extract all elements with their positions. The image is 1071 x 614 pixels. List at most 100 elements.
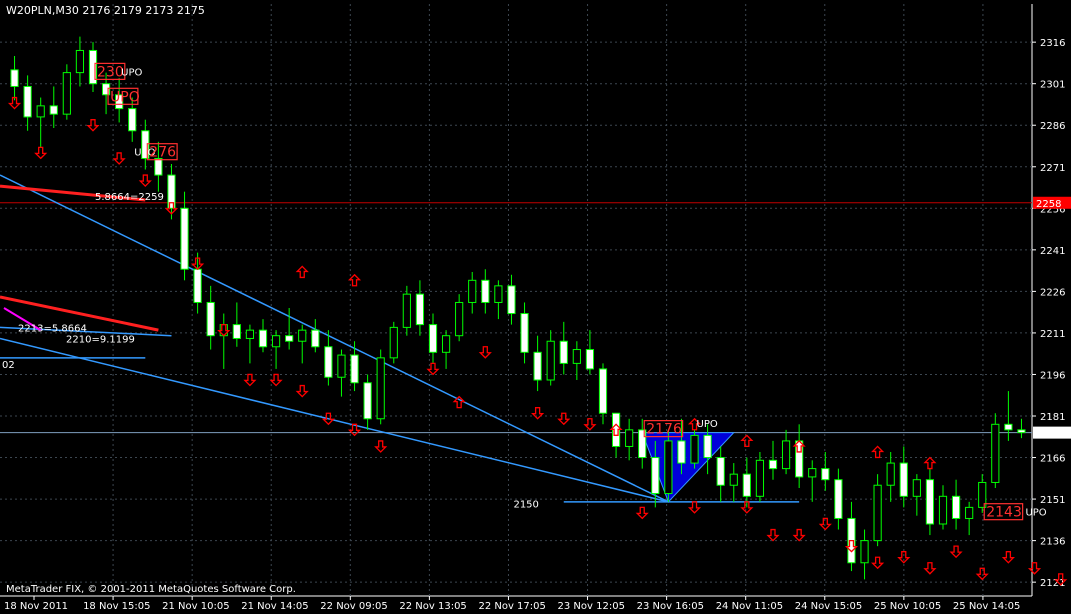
arrow-shape: [269, 373, 283, 387]
down-arrow: [871, 556, 885, 570]
down-arrow: [34, 146, 48, 160]
down-arrow: [923, 562, 937, 575]
arrow-shape: [531, 407, 545, 420]
candle-body: [899, 462, 908, 497]
candle-body: [62, 72, 71, 115]
arrow-shape: [871, 556, 885, 570]
candle-body: [559, 340, 568, 364]
down-arrow: [295, 384, 309, 398]
annotation-text: UPO: [1025, 508, 1046, 519]
arrow-shape: [138, 174, 152, 187]
arrow-shape: [1001, 551, 1015, 564]
candle-body: [23, 85, 32, 118]
down-arrow: [1027, 562, 1042, 575]
candle-body: [585, 349, 595, 370]
annotation-text: 5.8664=2259: [95, 192, 164, 203]
x-tick-label: 24 Nov 11:05: [716, 601, 783, 612]
candle-body: [455, 301, 464, 337]
down-arrow: [687, 501, 702, 514]
candle-body: [873, 484, 882, 542]
level-label: 2258: [1036, 199, 1061, 210]
candle-body: [324, 346, 333, 378]
y-axis: 2316230122862271225622412226221121962181…: [1032, 38, 1065, 589]
candle-body: [481, 279, 490, 303]
candle-body: [834, 479, 843, 519]
candle-body: [271, 335, 281, 348]
arrow-shape: [766, 528, 780, 542]
candle-body: [232, 324, 241, 339]
down-arrow: [478, 346, 492, 359]
annotation-label: 2176: [646, 422, 682, 438]
candle-body: [965, 506, 974, 519]
y-tick-label: 2211: [1040, 329, 1065, 340]
candle-body: [337, 354, 346, 378]
arrow-shape: [295, 265, 309, 279]
x-tick-label: 18 Nov 2011: [4, 601, 68, 612]
arrow-shape: [635, 506, 649, 520]
candle-body: [494, 285, 503, 303]
price-chart[interactable]: 2316230122862271225622412226221121962181…: [0, 0, 1071, 614]
arrow-shape: [897, 551, 911, 564]
down-arrow: [792, 528, 806, 542]
candle-body: [415, 293, 425, 326]
arrow-shape: [949, 545, 963, 559]
x-tick-label: 21 Nov 14:05: [241, 601, 308, 612]
symbol-info: W20PLN,M30 2176 2179 2173 2175: [6, 4, 205, 17]
candle-body: [350, 354, 359, 384]
x-tick-label: 25 Nov 14:05: [953, 601, 1020, 612]
candle-body: [1017, 429, 1026, 434]
candle-body: [808, 468, 817, 478]
arrow-shape: [374, 440, 388, 453]
down-arrow: [949, 545, 963, 559]
candle-body: [991, 423, 1000, 483]
arrow-shape: [243, 373, 257, 387]
up-arrow: [740, 434, 754, 448]
x-tick-label: 24 Nov 15:05: [795, 601, 862, 612]
y-tick-label: 2151: [1040, 495, 1065, 506]
candle-body: [703, 434, 712, 459]
candle-body: [768, 459, 778, 470]
arrow-shape: [740, 434, 754, 448]
candle-body: [651, 457, 660, 495]
x-tick-label: 22 Nov 13:05: [399, 601, 466, 612]
y-tick-label: 2136: [1040, 537, 1065, 548]
candle-body: [245, 329, 255, 339]
down-arrow: [897, 551, 911, 564]
candles: [10, 36, 1026, 580]
candle-body: [363, 382, 372, 420]
annotation-text: 2150: [513, 499, 538, 510]
candle-body: [572, 349, 581, 364]
trendlines: 2258 2175: [0, 174, 1071, 503]
x-tick-label: 22 Nov 09:05: [320, 601, 387, 612]
down-arrow: [531, 407, 545, 420]
arrow-shape: [583, 418, 597, 431]
y-tick-label: 2316: [1040, 38, 1065, 49]
candle-body: [49, 105, 58, 115]
annotations: 230UPOUPOUPO2765.8664=22592213=5.8664221…: [2, 62, 1047, 521]
up-arrow: [347, 273, 362, 287]
down-arrow: [243, 373, 257, 387]
candle-body: [468, 279, 477, 303]
candle-body: [128, 108, 137, 132]
candle-body: [154, 157, 163, 176]
candle-body: [925, 479, 935, 525]
candle-body: [912, 479, 921, 497]
y-tick-label: 2286: [1040, 121, 1065, 132]
down-arrow: [374, 440, 388, 453]
candle-body: [690, 434, 699, 464]
arrow-shape: [687, 501, 702, 514]
candle-body: [860, 540, 869, 564]
annotation-text: 02: [2, 360, 15, 371]
current-price-label: 2175: [1036, 429, 1061, 440]
candle-body: [821, 468, 830, 481]
arrow-shape: [1027, 562, 1042, 575]
down-arrow: [766, 528, 780, 542]
candle-body: [546, 340, 555, 381]
annotation-text: 2210=9.1199: [66, 334, 135, 345]
arrow-shape: [975, 567, 989, 581]
y-tick-label: 2271: [1040, 163, 1065, 174]
annotation-text: 2213=5.8664: [18, 323, 87, 334]
annotation-label: 230: [97, 64, 124, 80]
candle-body: [298, 329, 307, 342]
x-tick-label: 25 Nov 10:05: [874, 601, 941, 612]
